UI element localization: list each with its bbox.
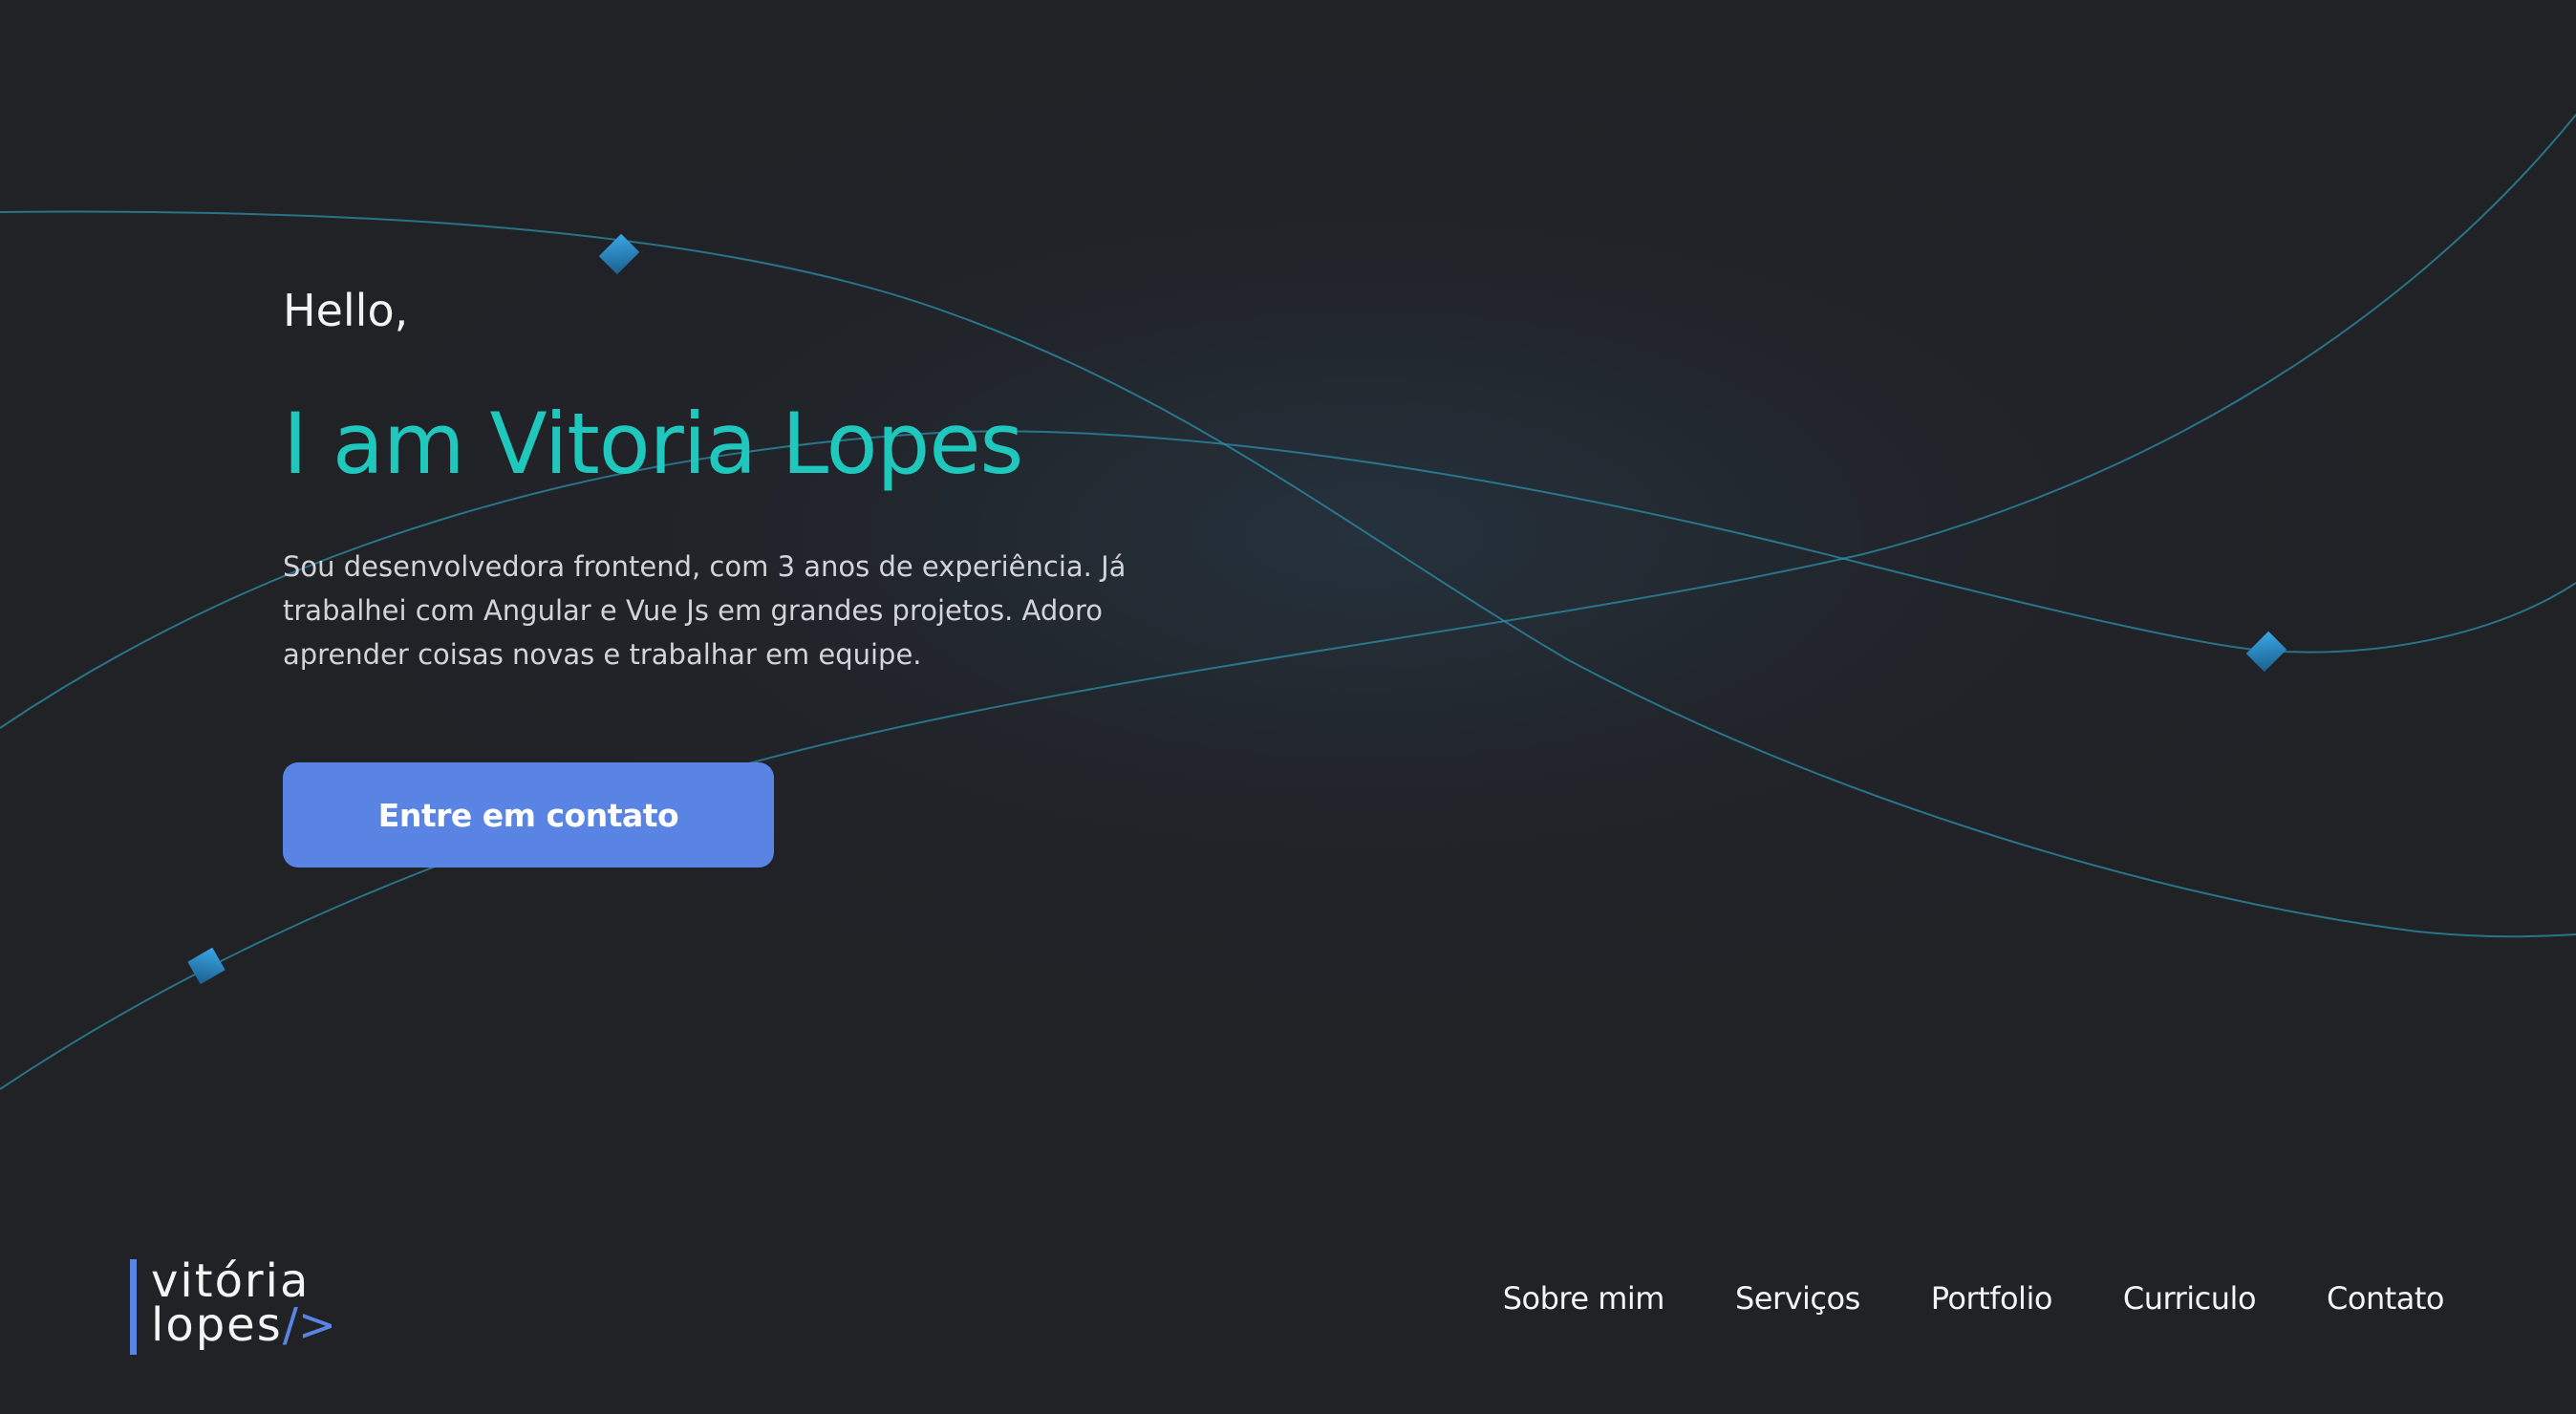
hero-description: Sou desenvolvedora frontend, com 3 anos …: [283, 550, 1127, 671]
diamond-marker: [2245, 631, 2287, 673]
nav-item-portfolio[interactable]: Portfolio: [1931, 1280, 2053, 1317]
background-curves: [0, 114, 2576, 1090]
hero-title: I am Vitoria Lopes: [283, 395, 1023, 493]
hero-greeting: Hello,: [283, 285, 409, 336]
nav-menu: Sobre mim Serviços Portfolio Curriculo C…: [1503, 1280, 2445, 1317]
logo-line-2: lopes/>: [151, 1301, 336, 1349]
diamond-marker: [598, 233, 640, 275]
footer-nav-bar: vitória lopes/> Sobre mim Serviços Portf…: [0, 1232, 2576, 1366]
nav-item-servicos[interactable]: Serviços: [1735, 1280, 1860, 1317]
landing-page: Hello, I am Vitoria Lopes Sou desenvolve…: [0, 0, 2576, 1414]
nav-item-contato[interactable]: Contato: [2327, 1280, 2444, 1317]
diamond-marker: [187, 947, 225, 985]
nav-item-sobre-mim[interactable]: Sobre mim: [1503, 1280, 1665, 1317]
nav-item-curriculo[interactable]: Curriculo: [2123, 1280, 2257, 1317]
code-tag-icon: />: [282, 1298, 337, 1352]
contact-cta-button[interactable]: Entre em contato: [283, 762, 774, 868]
logo[interactable]: vitória lopes/>: [130, 1257, 350, 1355]
logo-line-2-text: lopes: [151, 1298, 283, 1352]
logo-accent-bar: [130, 1259, 137, 1355]
